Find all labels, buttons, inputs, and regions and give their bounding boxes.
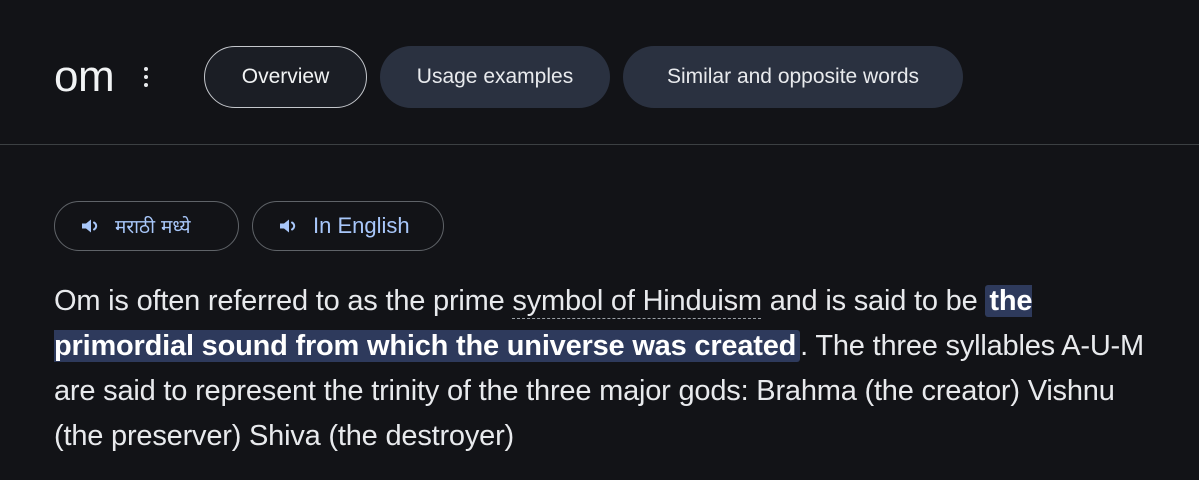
speaker-icon (82, 219, 98, 233)
pronounce-marathi-button[interactable]: मराठी मध्ये (54, 201, 239, 251)
speaker-icon (280, 219, 296, 233)
header-divider (0, 144, 1199, 145)
pronounce-marathi-label: मराठी मध्ये (115, 216, 191, 238)
pronounce-english-label: In English (313, 213, 410, 238)
definition-part-1: Om is often referred to as the prime (54, 285, 513, 317)
header: om Overview Usage examples Similar and o… (0, 0, 1199, 144)
more-options-icon[interactable] (138, 62, 154, 92)
symbol-of-hinduism-link[interactable]: symbol of Hinduism (512, 285, 762, 317)
definition-part-2: and is said to be (761, 285, 986, 317)
tab-similar-and-opposite-words[interactable]: Similar and opposite words (623, 46, 963, 108)
tab-overview[interactable]: Overview (204, 46, 367, 108)
definition-text: Om is often referred to as the prime sym… (54, 279, 1154, 459)
pronounce-english-button[interactable]: In English (252, 201, 444, 251)
search-term-title: om (54, 52, 115, 101)
tab-usage-examples[interactable]: Usage examples (380, 46, 610, 108)
